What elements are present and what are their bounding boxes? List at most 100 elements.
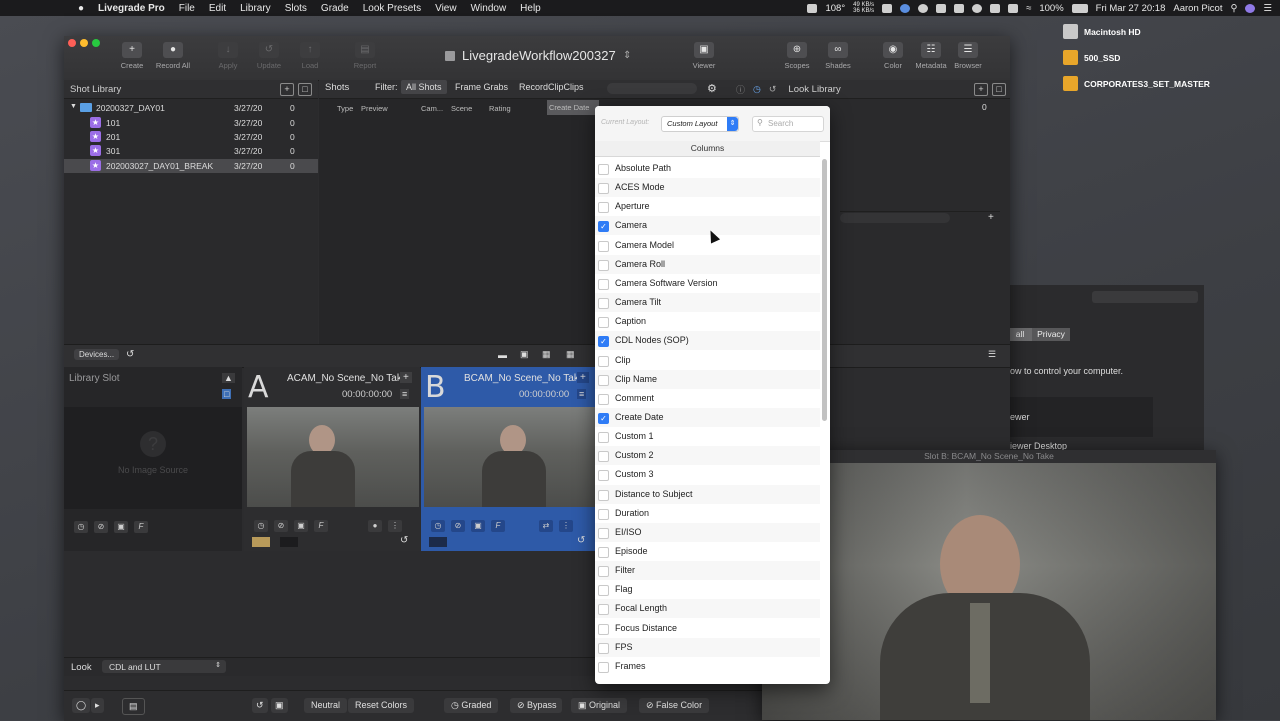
slot-b-thumbnail[interactable]	[424, 407, 596, 507]
slot-a-thumbnail[interactable]	[247, 407, 419, 507]
sysprefs-app-item[interactable]: iewer	[1008, 412, 1030, 422]
shot-library-row[interactable]: ★ 201 3/27/20 0	[64, 130, 318, 144]
neutral-button[interactable]: Neutral	[304, 698, 348, 713]
battery-icon[interactable]	[1071, 3, 1088, 13]
column-checkbox[interactable]	[598, 547, 609, 558]
original-button[interactable]: ▣ Original	[571, 698, 628, 713]
column-option-row[interactable]: Custom 2	[595, 446, 820, 466]
column-option-row[interactable]: Camera Model	[595, 236, 820, 255]
sysprefs-search-field[interactable]	[1092, 291, 1198, 303]
shot-library-row[interactable]: ▼ 20200327_DAY01 3/27/20 0	[64, 101, 318, 115]
bypass-button[interactable]: ⊘ Bypass	[510, 698, 562, 713]
report-button[interactable]: ▤ Report	[340, 42, 390, 70]
column-checkbox[interactable]	[598, 278, 609, 290]
column-checkbox[interactable]	[598, 470, 609, 482]
column-checkbox[interactable]	[598, 259, 609, 271]
minimize-window-button[interactable]	[80, 39, 88, 47]
network-monitor[interactable]: 49 KB/s 36 KB/s	[853, 2, 874, 14]
info-icon[interactable]: ⓘ	[736, 83, 745, 96]
column-option-row[interactable]: Episode	[595, 542, 820, 561]
battery-percent[interactable]: 100%	[1039, 3, 1063, 14]
column-option-row[interactable]: ACES Mode	[595, 178, 820, 198]
reset-colors-button[interactable]: Reset Colors	[348, 698, 415, 713]
column-checkbox[interactable]	[598, 164, 609, 175]
menu-app-name[interactable]: Livegrade Pro	[98, 3, 165, 14]
column-option-row[interactable]: Aperture	[595, 197, 820, 216]
slot-a-options-icon[interactable]: ≡	[400, 389, 410, 399]
column-checkbox[interactable]	[598, 240, 609, 252]
column-checkbox[interactable]	[598, 527, 609, 539]
disclosure-triangle-icon[interactable]: ▼	[70, 103, 77, 110]
column-option-row[interactable]: Camera Software Version	[595, 274, 820, 293]
column-option-row[interactable]: Custom 1	[595, 427, 820, 446]
lut-chip-icon[interactable]	[252, 537, 270, 547]
shot-library-row-selected[interactable]: ★ 202003027_DAY01_BREAK 3/27/20 0	[64, 159, 318, 173]
volume-icon[interactable]	[1008, 3, 1019, 13]
column-type[interactable]: Type	[337, 104, 353, 113]
column-checkbox[interactable]	[598, 317, 609, 329]
filter-frame-grabs[interactable]: Frame Grabs	[455, 82, 508, 92]
false-color-button[interactable]: ⊘ False Color	[639, 698, 710, 713]
undo-icon[interactable]: ↺	[252, 698, 268, 713]
f-stop-button[interactable]: F	[491, 520, 505, 532]
time-machine-icon[interactable]	[972, 3, 983, 13]
menu-help[interactable]: Help	[520, 3, 541, 14]
grade-chip-icon[interactable]	[280, 537, 298, 547]
columns-search-input[interactable]: ⚲ Search	[752, 116, 824, 132]
shot-library-row[interactable]: ★ 101 3/27/20 0	[64, 116, 318, 130]
column-checkbox[interactable]: ✓	[598, 412, 609, 424]
column-option-row[interactable]: Flag	[595, 580, 820, 599]
menu-window[interactable]: Window	[471, 3, 507, 14]
add-shot-icon[interactable]: +	[280, 83, 294, 96]
column-checkbox[interactable]	[598, 451, 609, 463]
f-stop-button[interactable]: F	[314, 520, 328, 532]
column-create-date[interactable]: Create Date	[547, 100, 599, 115]
desktop-drive-corporates3[interactable]: CORPORATES3_SET_MASTER	[1063, 76, 1210, 91]
column-option-row[interactable]: Camera Roll	[595, 254, 820, 274]
column-checkbox[interactable]	[598, 374, 609, 386]
column-checkbox[interactable]	[598, 585, 609, 597]
column-option-row[interactable]: Frames	[595, 657, 820, 676]
compare-icon[interactable]: ▣	[271, 698, 288, 713]
zoom-window-button[interactable]	[92, 39, 100, 47]
layout-grid-icon[interactable]: ▦	[542, 349, 551, 360]
document-title[interactable]: LivegradeWorkflow200327	[462, 48, 616, 63]
column-checkbox[interactable]: ✓	[598, 336, 609, 348]
menu-edit[interactable]: Edit	[209, 3, 226, 14]
f-stop-button[interactable]: F	[134, 521, 148, 533]
tray-globe-icon[interactable]	[900, 3, 911, 13]
slot-a-add-icon[interactable]: +	[400, 372, 412, 383]
sysprefs-tab-privacy[interactable]: Privacy	[1032, 328, 1070, 341]
record-all-button[interactable]: ● Record All	[148, 42, 198, 70]
layout-single-icon[interactable]: ▬	[498, 350, 507, 360]
temperature-readout[interactable]: 108°	[825, 3, 845, 14]
clock-icon[interactable]: ◷	[431, 520, 445, 532]
column-option-row[interactable]: Distance to Subject	[595, 484, 820, 504]
clock[interactable]: Fri Mar 27 20:18	[1096, 3, 1166, 14]
menu-grade[interactable]: Grade	[321, 3, 349, 14]
column-checkbox[interactable]	[598, 661, 609, 673]
notification-center-icon[interactable]: ☰	[1263, 3, 1272, 14]
reset-slot-icon[interactable]: ↺	[400, 535, 408, 546]
airplay-icon[interactable]	[954, 3, 965, 13]
history-icon[interactable]: ↺	[769, 84, 777, 95]
column-settings-gear-icon[interactable]: ⚙	[707, 82, 717, 95]
wifi-icon[interactable]: ≈	[1026, 3, 1031, 14]
more-icon[interactable]: ⋮	[388, 520, 402, 532]
tray-circle-icon[interactable]	[918, 3, 929, 13]
column-checkbox[interactable]	[598, 623, 609, 635]
no-grade-icon[interactable]: ⊘	[274, 520, 288, 532]
column-option-row[interactable]: EI/ISO	[595, 522, 820, 542]
column-checkbox[interactable]	[598, 202, 609, 214]
column-checkbox[interactable]	[598, 508, 609, 520]
column-option-row[interactable]: Custom 3	[595, 465, 820, 484]
link-icon[interactable]: □	[222, 389, 232, 399]
column-checkbox[interactable]	[598, 604, 609, 616]
reset-slot-icon[interactable]: ↺	[577, 535, 585, 546]
new-folder-icon[interactable]: □	[298, 83, 312, 96]
column-option-row[interactable]: Absolute Path	[595, 159, 820, 178]
shot-library-row[interactable]: ★ 301 3/27/20 0	[64, 144, 318, 158]
column-camera[interactable]: Cam...	[421, 104, 443, 113]
viewer-image[interactable]	[762, 463, 1216, 720]
column-option-row[interactable]: Camera Tilt	[595, 293, 820, 313]
